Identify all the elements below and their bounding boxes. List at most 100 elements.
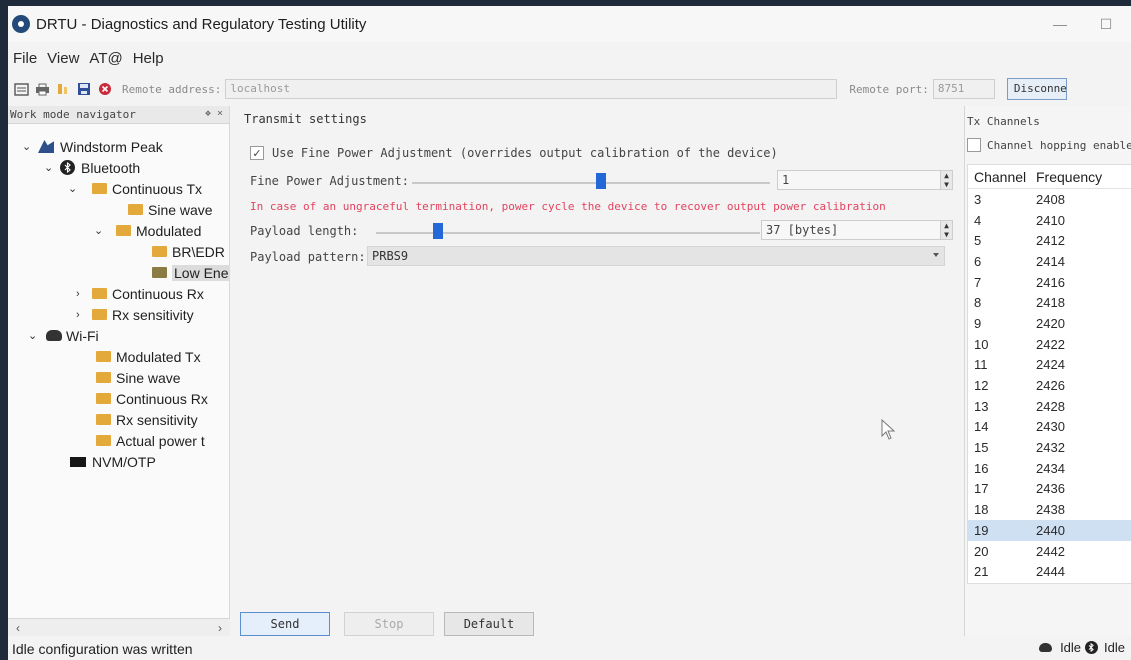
payload-length-slider-handle[interactable] bbox=[433, 223, 443, 239]
dropdown-caret-icon[interactable] bbox=[933, 253, 939, 257]
disconnect-button[interactable]: Disconnect bbox=[1006, 78, 1067, 100]
tree-item-low-energy[interactable]: Low Ene bbox=[152, 262, 231, 283]
tree-item-label: Continuous Rx bbox=[116, 390, 208, 407]
tools-icon[interactable] bbox=[55, 81, 71, 97]
mouse-pointer-icon bbox=[881, 419, 896, 440]
bluetooth-status-icon bbox=[1085, 641, 1099, 654]
tree-item-actual-power[interactable]: Actual power t bbox=[96, 430, 205, 451]
fine-power-slider-track[interactable] bbox=[412, 182, 770, 184]
table-row[interactable]: 12 2426 bbox=[968, 375, 1131, 396]
table-row[interactable]: 15 2432 bbox=[968, 437, 1131, 458]
menu-file[interactable]: File bbox=[8, 50, 42, 67]
tree-item-nvm-otp[interactable]: NVM/OTP bbox=[70, 451, 156, 472]
remote-address-input[interactable]: localhost bbox=[225, 79, 838, 99]
chevron-right-icon[interactable]: › bbox=[76, 288, 86, 300]
column-header-channel[interactable]: Channel bbox=[968, 169, 1036, 185]
tree-item-windstorm-peak[interactable]: ⌄ Windstorm Peak bbox=[22, 136, 163, 157]
channel-cell: 19 bbox=[974, 522, 989, 538]
channel-hopping-row[interactable]: Channel hopping enabled bbox=[967, 138, 1131, 152]
frequency-cell: 2440 bbox=[1036, 522, 1065, 538]
maximize-icon[interactable]: ☐ bbox=[1083, 6, 1129, 42]
channel-cell: 5 bbox=[974, 233, 982, 249]
save-icon[interactable] bbox=[76, 81, 92, 97]
chevron-down-icon[interactable]: ⌄ bbox=[44, 161, 54, 174]
minimize-icon[interactable]: — bbox=[1037, 6, 1083, 42]
table-row[interactable]: 8 2418 bbox=[968, 292, 1131, 313]
remote-port-input[interactable]: 8751 bbox=[932, 79, 995, 99]
chevron-right-icon[interactable]: › bbox=[76, 309, 86, 321]
table-row[interactable]: 14 2430 bbox=[968, 417, 1131, 438]
channel-hopping-label: Channel hopping enabled bbox=[987, 138, 1131, 152]
fine-power-slider-handle[interactable] bbox=[596, 173, 606, 189]
tree-item-continuous-tx[interactable]: ⌄ Continuous Tx bbox=[68, 178, 202, 199]
menu-at[interactable]: AT@ bbox=[84, 50, 127, 67]
fine-power-spinbox[interactable]: 1 ▲ ▼ bbox=[777, 170, 953, 190]
payload-pattern-select[interactable]: PRBS9 bbox=[367, 246, 945, 266]
remote-port-label: Remote port: bbox=[849, 82, 929, 96]
menu-help[interactable]: Help bbox=[128, 50, 169, 67]
table-row[interactable]: 16 2434 bbox=[968, 458, 1131, 479]
tree-item-continuous-rx[interactable]: › Continuous Rx bbox=[76, 283, 204, 304]
tree-item-label: Rx sensitivity bbox=[116, 411, 198, 428]
tree-item-modulated-tx[interactable]: Modulated Tx bbox=[96, 346, 201, 367]
table-row[interactable]: 3 2408 bbox=[968, 189, 1131, 210]
chevron-down-icon[interactable]: ⌄ bbox=[22, 140, 32, 153]
tree-item-label: Rx sensitivity bbox=[112, 306, 194, 323]
stop-button[interactable]: Stop bbox=[344, 612, 434, 636]
channel-hopping-checkbox[interactable] bbox=[967, 138, 981, 152]
wifi-status-icon bbox=[1039, 643, 1053, 652]
fine-power-value: 1 bbox=[782, 173, 790, 187]
channel-cell: 4 bbox=[974, 212, 982, 228]
table-row[interactable]: 7 2416 bbox=[968, 272, 1131, 293]
print-icon[interactable] bbox=[34, 81, 50, 97]
column-header-frequency[interactable]: Frequency bbox=[1036, 169, 1126, 185]
table-row[interactable]: 11 2424 bbox=[968, 355, 1131, 376]
new-config-icon[interactable] bbox=[13, 81, 29, 97]
menu-view[interactable]: View bbox=[42, 50, 84, 67]
tree-item-bluetooth[interactable]: ⌄ Bluetooth bbox=[44, 157, 140, 178]
scroll-left-icon[interactable]: ‹ bbox=[16, 621, 20, 635]
frequency-cell: 2424 bbox=[1036, 357, 1065, 373]
scroll-right-icon[interactable]: › bbox=[218, 621, 222, 635]
memory-chip-icon bbox=[70, 456, 86, 467]
tree-item-wifi-sine-wave[interactable]: Sine wave bbox=[96, 367, 181, 388]
stop-icon[interactable] bbox=[97, 81, 113, 97]
title-bar: DRTU - Diagnostics and Regulatory Testin… bbox=[8, 6, 1131, 42]
fine-power-checkbox[interactable]: ✓ bbox=[250, 146, 264, 160]
table-row[interactable]: 18 2438 bbox=[968, 499, 1131, 520]
frequency-cell: 2420 bbox=[1036, 315, 1065, 331]
spinner-arrows-icon[interactable]: ▲ ▼ bbox=[940, 171, 952, 189]
chevron-down-icon[interactable]: ⌄ bbox=[68, 182, 78, 195]
table-row[interactable]: 4 2410 bbox=[968, 210, 1131, 231]
table-row[interactable]: 6 2414 bbox=[968, 251, 1131, 272]
table-row[interactable]: 13 2428 bbox=[968, 396, 1131, 417]
tree-item-wifi-rx-sensitivity[interactable]: Rx sensitivity bbox=[96, 409, 198, 430]
navigator-horizontal-scrollbar[interactable]: ‹ › bbox=[8, 618, 230, 636]
fine-power-checkbox-row[interactable]: ✓ Use Fine Power Adjustment (overrides o… bbox=[250, 146, 778, 160]
table-row[interactable]: 5 2412 bbox=[968, 230, 1131, 251]
send-button[interactable]: Send bbox=[240, 612, 330, 636]
tree-item-label: Modulated Tx bbox=[116, 348, 201, 365]
table-row[interactable]: 10 2422 bbox=[968, 334, 1131, 355]
payload-length-value: 37 [bytes] bbox=[766, 223, 839, 237]
channel-cell: 21 bbox=[974, 564, 989, 580]
table-row[interactable]: 9 2420 bbox=[968, 313, 1131, 334]
tree-item-wifi-continuous-rx[interactable]: Continuous Rx bbox=[96, 388, 208, 409]
chevron-down-icon[interactable]: ⌄ bbox=[28, 329, 38, 342]
tree-item-wifi[interactable]: ⌄ Wi-Fi bbox=[28, 325, 99, 346]
navigator-header-buttons[interactable]: ❖ × bbox=[205, 108, 223, 119]
table-row[interactable]: 21 2444 bbox=[968, 561, 1131, 582]
tree-item-rx-sensitivity[interactable]: › Rx sensitivity bbox=[76, 304, 194, 325]
tree-item-sine-wave[interactable]: Sine wave bbox=[112, 199, 213, 220]
table-row[interactable]: 19 2440 bbox=[968, 520, 1131, 541]
default-button[interactable]: Default bbox=[444, 612, 534, 636]
tree-item-br-edr[interactable]: BR\EDR bbox=[152, 241, 225, 262]
chevron-down-icon[interactable]: ⌄ bbox=[94, 224, 104, 237]
folder-icon bbox=[96, 372, 111, 383]
table-row[interactable]: 17 2436 bbox=[968, 479, 1131, 500]
table-row[interactable]: 20 2442 bbox=[968, 541, 1131, 562]
spinner-arrows-icon[interactable]: ▲ ▼ bbox=[940, 221, 952, 239]
status-indicators: Idle Idle bbox=[1039, 640, 1125, 655]
payload-length-spinbox[interactable]: 37 [bytes] ▲ ▼ bbox=[761, 220, 953, 240]
tree-item-modulated[interactable]: ⌄ Modulated bbox=[94, 220, 201, 241]
